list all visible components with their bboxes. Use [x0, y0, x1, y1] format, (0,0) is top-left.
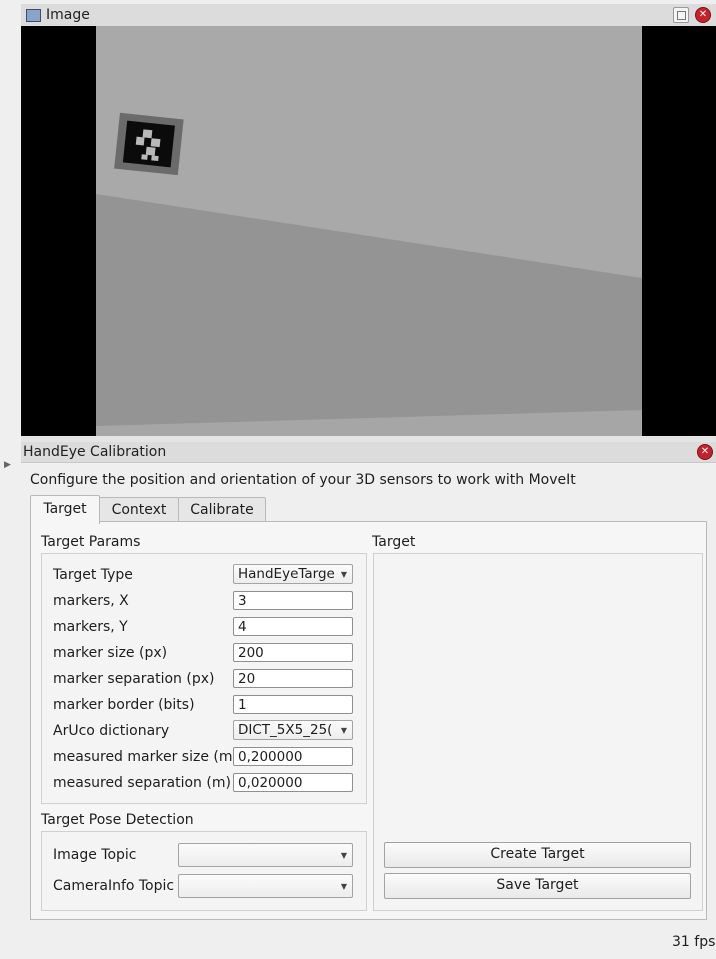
chevron-down-icon: ▼ [340, 570, 347, 579]
target-type-label: Target Type [53, 567, 133, 583]
markers-x-label: markers, X [53, 593, 129, 609]
marker-border-field[interactable]: 1 [233, 695, 353, 714]
image-dock-titlebar[interactable]: Image ✕ [21, 4, 716, 27]
pose-detection-title: Target Pose Detection [41, 812, 194, 828]
chevron-down-icon: ▼ [340, 726, 347, 735]
image-topic-select[interactable]: ▼ [178, 843, 353, 867]
tab-context[interactable]: Context [99, 497, 179, 522]
chevron-down-icon: ▼ [340, 882, 347, 891]
marker-separation-label: marker separation (px) [53, 671, 215, 687]
image-topic-label: Image Topic [53, 847, 137, 863]
markers-x-field[interactable]: 3 [233, 591, 353, 610]
target-preview-title: Target [372, 534, 416, 550]
image-dock: Image ✕ [21, 4, 716, 436]
camerainfo-topic-select[interactable]: ▼ [178, 874, 353, 898]
target-type-value: HandEyeTarge [238, 566, 335, 582]
handeye-titlebar[interactable]: HandEye Calibration ✕ [21, 442, 716, 463]
image-icon [26, 9, 41, 22]
close-handeye-icon[interactable]: ✕ [697, 444, 713, 460]
create-target-button[interactable]: Create Target [384, 842, 691, 868]
marker-separation-field[interactable]: 20 [233, 669, 353, 688]
target-params-title: Target Params [41, 534, 141, 550]
handeye-description: Configure the position and orientation o… [30, 472, 576, 488]
image-viewer [21, 26, 716, 436]
tab-target[interactable]: Target [30, 495, 100, 524]
camerainfo-topic-label: CameraInfo Topic [53, 878, 175, 894]
float-dock-icon[interactable] [673, 7, 689, 23]
markers-y-label: markers, Y [53, 619, 128, 635]
handeye-title: HandEye Calibration [23, 444, 167, 460]
measured-separation-label: measured separation (m) [53, 775, 231, 791]
image-dock-title: Image [46, 7, 90, 23]
measured-marker-size-field[interactable]: 0,200000 [233, 747, 353, 766]
fps-counter: 31 fps [672, 934, 716, 950]
measured-separation-field[interactable]: 0,020000 [233, 773, 353, 792]
camera-frame [96, 26, 642, 436]
markers-y-field[interactable]: 4 [233, 617, 353, 636]
marker-size-label: marker size (px) [53, 645, 168, 661]
marker-border-label: marker border (bits) [53, 697, 195, 713]
tab-calibrate[interactable]: Calibrate [178, 497, 266, 522]
target-type-select[interactable]: HandEyeTarge ▼ [233, 564, 353, 584]
side-expand-arrow-icon[interactable]: ▶ [4, 460, 11, 470]
aruco-dictionary-label: ArUco dictionary [53, 723, 170, 739]
aruco-dictionary-select[interactable]: DICT_5X5_25( ▼ [233, 720, 353, 740]
chevron-down-icon: ▼ [340, 851, 347, 860]
aruco-dictionary-value: DICT_5X5_25( [238, 722, 333, 738]
measured-marker-size-label: measured marker size (m) [53, 749, 238, 765]
close-image-dock-icon[interactable]: ✕ [695, 7, 711, 23]
aruco-marker [114, 112, 184, 176]
marker-size-field[interactable]: 200 [233, 643, 353, 662]
save-target-button[interactable]: Save Target [384, 873, 691, 899]
